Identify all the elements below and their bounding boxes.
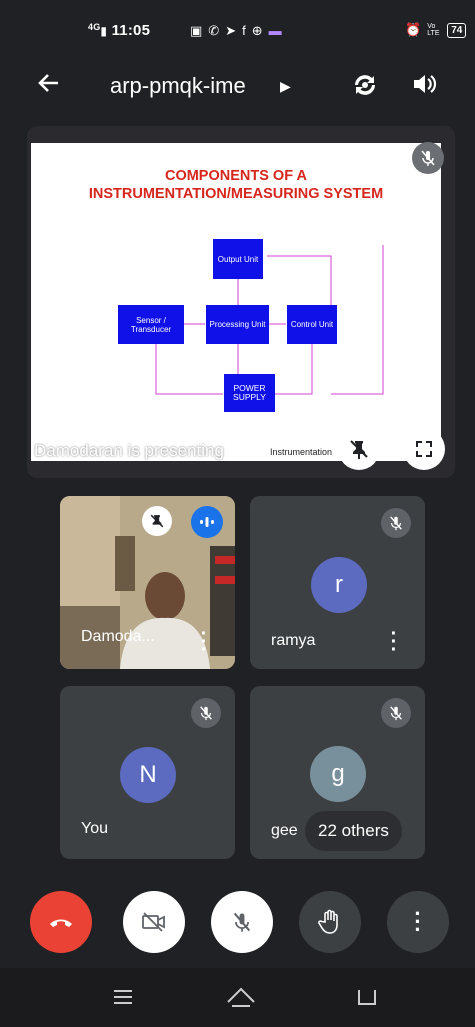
power-supply-block: POWER SUPPLY bbox=[224, 374, 275, 412]
avatar: g bbox=[310, 746, 366, 802]
telegram-icon: ➤ bbox=[225, 23, 237, 38]
avatar: N bbox=[120, 747, 176, 803]
avatar: r bbox=[311, 557, 367, 613]
participant-tile-presenter[interactable]: Damoda... · · · bbox=[60, 496, 235, 669]
more-options-icon[interactable]: · · · bbox=[199, 624, 209, 660]
speaking-indicator-icon bbox=[191, 506, 223, 538]
mic-off-icon bbox=[233, 912, 251, 932]
participant-name: You bbox=[81, 820, 108, 837]
muted-mic-icon bbox=[191, 698, 221, 728]
recents-icon[interactable] bbox=[112, 988, 134, 1011]
battery-icon: 74 bbox=[447, 22, 467, 38]
volte-text: Vo LTE bbox=[427, 23, 440, 37]
network-indicator: 4G bbox=[88, 22, 101, 32]
speaker-icon[interactable] bbox=[410, 70, 438, 103]
participant-name: gee bbox=[271, 822, 298, 839]
alarm-icon: ⏰ bbox=[405, 22, 422, 37]
end-call-button[interactable] bbox=[30, 891, 92, 953]
unpin-icon bbox=[350, 440, 368, 459]
presentation-slide: COMPONENTS OF A INSTRUMENTATION/MEASURIN… bbox=[31, 143, 441, 461]
hand-icon bbox=[318, 909, 338, 934]
system-nav-bar bbox=[0, 968, 475, 1027]
back-arrow-icon[interactable] bbox=[36, 70, 62, 103]
participant-tile-you[interactable]: N You bbox=[60, 686, 235, 859]
fullscreen-button[interactable] bbox=[403, 428, 445, 470]
participant-tile-ramya[interactable]: r ramya · · · bbox=[250, 496, 425, 669]
mic-toggle-button[interactable] bbox=[211, 891, 273, 953]
home-icon[interactable] bbox=[226, 986, 256, 1013]
presenter-muted-icon bbox=[412, 142, 444, 174]
status-bar: 4G▮ 11:05 ▣ ✆ ➤ f ⊕ ▬ ⏰ Vo LTE 74 bbox=[0, 0, 475, 56]
muted-mic-icon bbox=[381, 508, 411, 538]
pin-icon[interactable] bbox=[142, 506, 172, 536]
slide-footer-text: Instrumentation bbox=[270, 447, 333, 457]
caret-right-icon[interactable]: ▶ bbox=[280, 78, 291, 95]
notification-icons: ▣ ✆ ➤ f ⊕ ▬ bbox=[190, 23, 282, 39]
control-unit-block: Control Unit bbox=[287, 305, 337, 344]
raise-hand-button[interactable] bbox=[299, 891, 361, 953]
switch-camera-icon[interactable] bbox=[350, 70, 380, 105]
fullscreen-icon bbox=[416, 441, 432, 457]
more-options-icon[interactable]: · · · bbox=[389, 624, 399, 660]
slide-diagram-lines bbox=[155, 245, 384, 395]
participant-tile-others[interactable]: g gee 22 others bbox=[250, 686, 425, 859]
app-icon: ⊕ bbox=[251, 23, 263, 38]
participant-name: ramya bbox=[271, 632, 316, 649]
gallery-icon: ▣ bbox=[190, 23, 203, 38]
whatsapp-icon: ✆ bbox=[208, 23, 220, 38]
unpin-button[interactable] bbox=[338, 428, 380, 470]
presenting-label: Damodaran is presenting bbox=[34, 441, 224, 460]
muted-mic-icon bbox=[381, 698, 411, 728]
others-count-chip[interactable]: 22 others bbox=[305, 811, 402, 851]
participant-name: Damoda... bbox=[81, 628, 155, 645]
more-vert-icon: · · · bbox=[414, 901, 422, 942]
app-badge-icon: ▬ bbox=[268, 23, 282, 38]
camera-toggle-button[interactable] bbox=[123, 891, 185, 953]
facebook-icon: f bbox=[242, 23, 246, 38]
system-icons: ⏰ Vo LTE 74 bbox=[405, 22, 467, 38]
signal-icon: ▮ bbox=[100, 24, 108, 38]
status-time: 4G▮ 11:05 bbox=[88, 22, 150, 39]
output-unit-block: Output Unit bbox=[213, 239, 263, 279]
back-nav-icon[interactable] bbox=[355, 986, 379, 1013]
sensor-block: Sensor / Transducer bbox=[118, 305, 184, 344]
processing-unit-block: Processing Unit bbox=[206, 305, 269, 344]
clock-text: 11:05 bbox=[111, 22, 151, 39]
meeting-code[interactable]: arp-pmqk-ime bbox=[110, 73, 246, 99]
camera-off-icon bbox=[142, 912, 165, 932]
hang-up-icon bbox=[50, 919, 72, 927]
more-options-button[interactable]: · · · bbox=[387, 891, 449, 953]
